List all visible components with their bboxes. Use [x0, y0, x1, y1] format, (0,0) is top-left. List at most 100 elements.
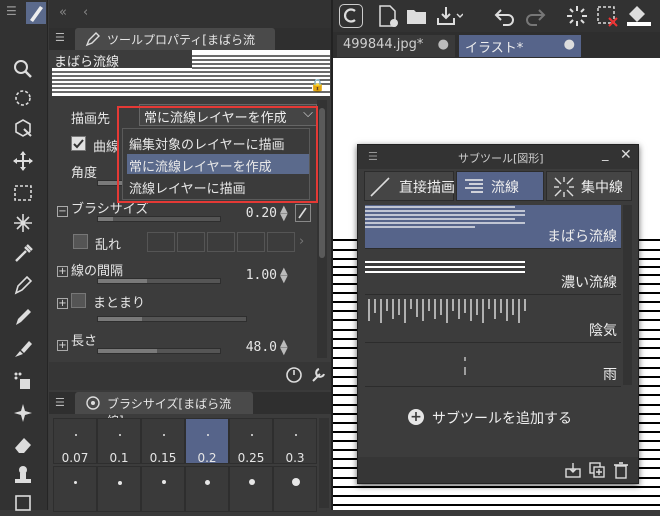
- brush-size-tab[interactable]: ブラシサイズ[まばら流線]: [75, 392, 253, 428]
- back-chevron-icon[interactable]: ‹: [83, 5, 88, 20]
- expand-line-interval-icon[interactable]: +: [57, 266, 68, 277]
- brush-size-cell[interactable]: 0.07: [53, 418, 97, 465]
- doc-tab-illust[interactable]: イラスト* ●: [459, 35, 581, 57]
- eyedropper-icon[interactable]: [8, 240, 38, 266]
- collapse-icon[interactable]: «: [59, 5, 67, 20]
- subtool-item-sparse-label: まばら流線: [547, 229, 617, 245]
- length-value[interactable]: 48.0: [229, 340, 277, 355]
- top-toolbar: [333, 0, 660, 32]
- subtool-tab-flow[interactable]: 流線: [456, 171, 544, 201]
- subtool-item-dense[interactable]: 濃い流線: [365, 251, 621, 295]
- airbrush-icon[interactable]: [8, 368, 38, 394]
- brush-size-scrollbar[interactable]: [319, 418, 329, 508]
- rect-select-icon[interactable]: [8, 180, 38, 206]
- save-icon[interactable]: [435, 4, 464, 32]
- figure-icon[interactable]: [8, 490, 38, 516]
- decoration-icon[interactable]: [8, 400, 38, 426]
- object-select-icon[interactable]: [8, 116, 38, 142]
- open-folder-icon[interactable]: [405, 4, 429, 32]
- fill-bucket-icon[interactable]: [625, 4, 653, 32]
- brush-size-menu-icon[interactable]: ☰: [55, 396, 65, 409]
- subtool-tab-focus[interactable]: 集中線: [546, 171, 632, 201]
- document-tabs: 499844.jpg* ● イラスト* ●: [333, 32, 660, 58]
- subtool-scrollbar[interactable]: [623, 205, 632, 385]
- subtool-titlebar[interactable]: ☰ サブツール[図形] _ ✕: [358, 145, 638, 169]
- brush-size-spinner-icon[interactable]: ▲ ▼: [280, 205, 288, 223]
- undo-icon[interactable]: [493, 4, 517, 32]
- brush-size-cell[interactable]: [273, 466, 317, 512]
- eraser-icon[interactable]: [8, 432, 38, 458]
- zoom-icon[interactable]: [8, 56, 38, 82]
- brush-size-cell[interactable]: [185, 466, 229, 512]
- magic-wand-icon[interactable]: [8, 210, 38, 236]
- lock-icon[interactable]: 🔒: [310, 78, 325, 92]
- reset-icon[interactable]: [285, 366, 303, 388]
- brush-size-cell[interactable]: 0.1: [97, 418, 141, 465]
- app-logo-icon[interactable]: [339, 4, 363, 28]
- brush-size-cell[interactable]: 0.15: [141, 418, 185, 465]
- property-scrollbar[interactable]: [317, 100, 327, 358]
- subtool-item-sparse[interactable]: まばら流線: [365, 205, 621, 249]
- wrench-icon[interactable]: [309, 366, 327, 388]
- lasso-icon[interactable]: [8, 86, 38, 112]
- line-interval-spinner-icon[interactable]: ▲ ▼: [280, 267, 288, 285]
- busy-spinner-icon[interactable]: [565, 4, 589, 32]
- curve-checkbox[interactable]: [71, 136, 86, 151]
- pencil-icon[interactable]: [8, 304, 38, 330]
- brush-size-cell[interactable]: [53, 466, 97, 512]
- doc-tab-illust-close-icon[interactable]: ●: [564, 37, 575, 52]
- brush-size-cell[interactable]: [141, 466, 185, 512]
- subtool-tab-direct-label: 直接描画: [399, 180, 455, 196]
- subtool-title: サブツール[図形]: [458, 152, 544, 165]
- pressure-settings-icon[interactable]: [295, 204, 311, 222]
- brush-size-value[interactable]: 0.20: [229, 206, 277, 221]
- grouping-checkbox[interactable]: [71, 293, 86, 308]
- fill-stamp-icon[interactable]: [8, 462, 38, 488]
- trash-icon[interactable]: [612, 461, 630, 483]
- panel-menu-icon[interactable]: ☰: [55, 31, 65, 44]
- brush-size-cell-selected[interactable]: 0.2: [185, 418, 229, 465]
- grouping-label: まとまり: [93, 296, 146, 311]
- brush-icon[interactable]: [8, 336, 38, 362]
- menu-icon[interactable]: ☰: [6, 5, 17, 17]
- brush-size-cell[interactable]: [97, 466, 141, 512]
- draw-target-label: 描画先: [71, 112, 111, 127]
- line-interval-slider[interactable]: [97, 278, 221, 284]
- subtool-window: ☰ サブツール[図形] _ ✕ 直接描画 流線 集中線 まばら流線 濃い流線 陰…: [357, 144, 639, 484]
- doc-tab-jpg-close-icon[interactable]: ●: [438, 37, 449, 52]
- brush-size-cell[interactable]: [229, 466, 273, 512]
- close-icon[interactable]: ✕: [620, 147, 632, 163]
- doc-tab-jpg[interactable]: 499844.jpg* ●: [337, 35, 455, 57]
- minimize-icon[interactable]: _: [602, 147, 609, 162]
- clear-selection-icon[interactable]: [595, 4, 619, 32]
- redo-icon[interactable]: [523, 4, 547, 32]
- subtool-item-gloom[interactable]: 陰気: [365, 297, 621, 343]
- pen-icon[interactable]: [8, 272, 38, 298]
- pen-tool-active-icon[interactable]: [26, 2, 46, 24]
- subtool-menu-icon[interactable]: ☰: [368, 150, 378, 163]
- brush-size-slider[interactable]: [97, 216, 221, 222]
- expand-length-icon[interactable]: +: [57, 340, 68, 351]
- line-icon: [370, 177, 390, 197]
- length-spinner-icon[interactable]: ▲ ▼: [280, 339, 288, 357]
- disorder-checkbox[interactable]: [73, 234, 88, 249]
- add-circle-icon: +: [408, 409, 424, 425]
- brush-size-cell[interactable]: 0.25: [229, 418, 273, 465]
- length-slider[interactable]: [97, 348, 221, 354]
- add-subtool-label: サブツールを追加する: [432, 411, 572, 427]
- disorder-more-icon[interactable]: ›: [299, 234, 304, 249]
- line-interval-value[interactable]: 1.00: [229, 268, 277, 283]
- grouping-slider[interactable]: [97, 316, 247, 322]
- subtool-tab-direct[interactable]: 直接描画: [364, 171, 455, 201]
- tool-property-tab[interactable]: ツールプロパティ[まばら流線]: [75, 28, 275, 64]
- move-icon[interactable]: [8, 148, 38, 174]
- collapse-brush-size-icon[interactable]: −: [57, 206, 68, 217]
- subtool-item-rain[interactable]: 雨: [365, 345, 621, 387]
- brush-size-cell[interactable]: 0.3: [273, 418, 317, 465]
- flow-lines-icon: [465, 179, 483, 193]
- duplicate-icon[interactable]: [588, 461, 606, 483]
- import-icon[interactable]: [564, 461, 582, 483]
- subtool-tab-focus-label: 集中線: [581, 180, 623, 196]
- expand-grouping-icon[interactable]: +: [57, 298, 68, 309]
- new-file-icon[interactable]: [377, 4, 399, 32]
